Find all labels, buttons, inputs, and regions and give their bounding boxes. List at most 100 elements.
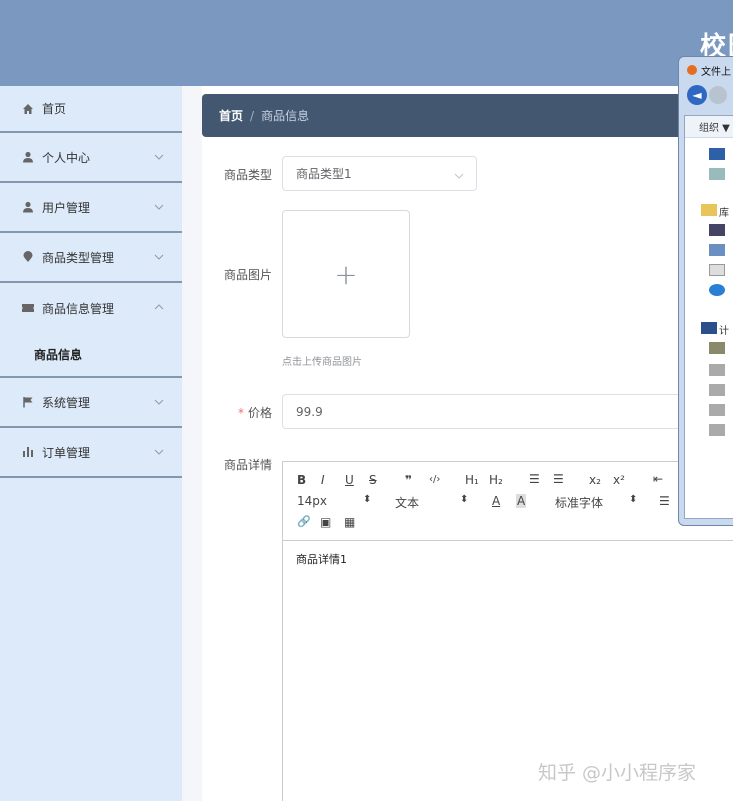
sidebar-item-system[interactable]: 系统管理 [0, 378, 182, 428]
h2-button[interactable]: H₂ [489, 473, 503, 487]
recent-places-icon[interactable] [709, 168, 725, 180]
dialog-title: 文件上 [701, 66, 731, 78]
h1-button[interactable]: H₁ [465, 473, 479, 487]
price-input[interactable]: 99.9 [282, 394, 733, 429]
dialog-body: 组织 ▼ 库 计 [684, 115, 733, 519]
sidebar-item-profile[interactable]: 个人中心 [0, 133, 182, 183]
chevron-down-icon [154, 251, 164, 261]
editor-toolbar: B I U S ❞ ‹/› H₁ H₂ ☰ ☰ x₂ x² ⇤ 14px ⬍ 文… [283, 462, 733, 541]
sidebar-item-label: 商品类型管理 [42, 250, 115, 265]
drive-icon[interactable] [709, 384, 725, 396]
font-family-select[interactable]: 标准字体 [555, 494, 603, 511]
user-icon [21, 200, 35, 214]
sidebar-item-label: 订单管理 [42, 445, 91, 460]
library-label: 库 [719, 208, 729, 219]
chevron-down-icon [154, 151, 164, 161]
font-family-arrow-icon: ⬍ [629, 494, 638, 505]
link-button[interactable]: 🔗 [297, 515, 311, 528]
indent-button[interactable]: ⇤ [653, 472, 663, 486]
product-type-value: 商品类型1 [296, 167, 352, 181]
file-upload-dialog: 文件上 ◄ 组织 ▼ 库 计 [678, 56, 733, 526]
subscript-button[interactable]: x₂ [589, 473, 601, 487]
breadcrumb-home[interactable]: 首页 [219, 107, 243, 124]
forward-arrow-icon[interactable] [709, 86, 727, 104]
organize-button[interactable]: 组织 ▼ [685, 116, 733, 138]
computer-label: 计 [719, 326, 729, 337]
documents-icon[interactable] [709, 264, 725, 276]
drive-icon[interactable] [709, 364, 725, 376]
sidebar-subitem-product-info[interactable]: 商品信息 [0, 333, 182, 378]
underline-button[interactable]: U [345, 473, 354, 487]
sidebar-item-label: 用户管理 [42, 200, 91, 215]
font-size-select[interactable]: 14px [297, 494, 327, 508]
location-icon [21, 250, 35, 264]
sidebar-item-users[interactable]: 用户管理 [0, 183, 182, 233]
top-header: 校园 [0, 0, 733, 86]
rich-text-editor: B I U S ❞ ‹/› H₁ H₂ ☰ ☰ x₂ x² ⇤ 14px ⬍ 文… [282, 461, 733, 801]
strike-button[interactable]: S [369, 473, 377, 487]
pictures-icon[interactable] [709, 244, 725, 256]
image-button[interactable]: ▣ [320, 515, 331, 529]
music-icon[interactable] [709, 284, 725, 296]
code-button[interactable]: ‹/› [429, 474, 440, 485]
breadcrumb-separator: / [250, 108, 255, 123]
align-button[interactable]: ☰ [659, 494, 670, 508]
videos-icon[interactable] [709, 224, 725, 236]
type-label: 商品类型 [223, 168, 272, 182]
quote-button[interactable]: ❞ [405, 473, 412, 487]
upload-tip: 点击上传商品图片 [282, 357, 362, 368]
sidebar-item-label: 个人中心 [42, 150, 91, 165]
breadcrumb: 首页 / 商品信息 [202, 94, 733, 137]
drive-icon[interactable] [709, 404, 725, 416]
sidebar-item-orders[interactable]: 订单管理 [0, 428, 182, 478]
chevron-up-icon [154, 301, 164, 311]
format-select[interactable]: 文本 [395, 494, 419, 511]
bold-button[interactable]: B [297, 473, 306, 487]
library-folder-icon[interactable] [701, 204, 717, 216]
dialog-nav: ◄ [679, 83, 733, 107]
plus-icon: + [334, 257, 358, 291]
flag-icon [21, 395, 35, 409]
product-type-select[interactable]: 商品类型1 [282, 156, 477, 191]
chevron-down-icon [154, 446, 164, 456]
drive-icon[interactable] [709, 424, 725, 436]
sidebar-item-product-types[interactable]: 商品类型管理 [0, 233, 182, 283]
price-value: 99.9 [296, 404, 323, 419]
user-icon [21, 150, 35, 164]
drive-icon[interactable] [709, 342, 725, 354]
computer-icon[interactable] [701, 322, 717, 334]
breadcrumb-current: 商品信息 [261, 109, 310, 123]
sidebar-item-label: 系统管理 [42, 395, 91, 410]
price-label: * 价格 [238, 404, 272, 421]
superscript-button[interactable]: x² [613, 473, 625, 487]
chart-icon [21, 445, 35, 459]
bullet-list-button[interactable]: ☰ [553, 472, 564, 486]
italic-button[interactable]: I [321, 473, 325, 487]
sidebar-item-product-info[interactable]: 商品信息管理 [0, 283, 182, 333]
sidebar-item-home[interactable]: 首页 [0, 86, 182, 133]
firefox-icon [687, 65, 697, 75]
home-icon [21, 102, 35, 116]
watermark: 知乎 @小小程序家 [538, 762, 697, 784]
ordered-list-button[interactable]: ☰ [529, 472, 540, 486]
chevron-down-icon [154, 396, 164, 406]
editor-content[interactable]: 商品详情1 [283, 541, 733, 577]
font-size-arrow-icon: ⬍ [363, 494, 372, 505]
ticket-icon [21, 301, 35, 315]
desktop-icon[interactable] [709, 148, 725, 160]
image-label: 商品图片 [223, 268, 272, 282]
back-arrow-icon[interactable]: ◄ [687, 85, 707, 105]
sidebar-item-label: 商品信息管理 [42, 301, 115, 316]
image-upload-button[interactable]: + [282, 210, 410, 338]
format-arrow-icon: ⬍ [460, 494, 469, 505]
sidebar-item-label: 首页 [42, 102, 67, 116]
required-marker: * [237, 406, 244, 420]
background-color-button[interactable]: A [516, 494, 527, 508]
video-button[interactable]: ▦ [344, 515, 355, 529]
dialog-title-bar: 文件上 [679, 57, 733, 83]
sidebar: 首页 个人中心 用户管理 商品类型管理 商品信息管理 商品信息 系统管理 订单管… [0, 86, 182, 801]
chevron-down-icon [454, 170, 464, 180]
chevron-down-icon [154, 201, 164, 211]
text-color-button[interactable]: A [492, 494, 500, 508]
detail-label: 商品详情 [223, 458, 272, 472]
